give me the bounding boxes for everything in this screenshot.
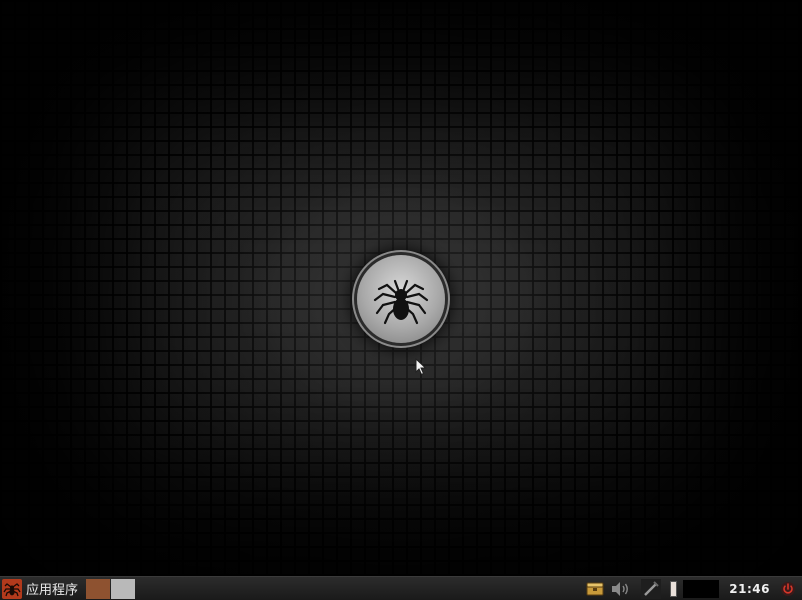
applications-menu-button[interactable]: 应用程序 xyxy=(0,578,82,600)
workspace-2-button[interactable] xyxy=(111,578,136,599)
system-tray: 21:46 xyxy=(584,577,802,600)
package-manager-icon[interactable] xyxy=(584,578,606,600)
power-icon[interactable] xyxy=(778,578,798,600)
tray-blank-widget[interactable] xyxy=(683,580,720,598)
spider-menu-icon xyxy=(2,578,22,599)
mouse-pointer-icon xyxy=(415,358,427,376)
spider-logo-graphic xyxy=(373,279,429,325)
volume-icon[interactable] xyxy=(608,578,634,600)
screen: 应用程序 21:46 xyxy=(0,0,802,600)
applications-menu-label: 应用程序 xyxy=(26,583,79,598)
clock[interactable]: 21:46 xyxy=(729,582,770,596)
spider-logo-icon xyxy=(357,255,445,343)
battery-icon[interactable] xyxy=(670,581,678,597)
taskbar: 应用程序 21:46 xyxy=(0,576,802,600)
workspace-1-button[interactable] xyxy=(86,578,111,599)
network-icon[interactable] xyxy=(640,578,662,600)
